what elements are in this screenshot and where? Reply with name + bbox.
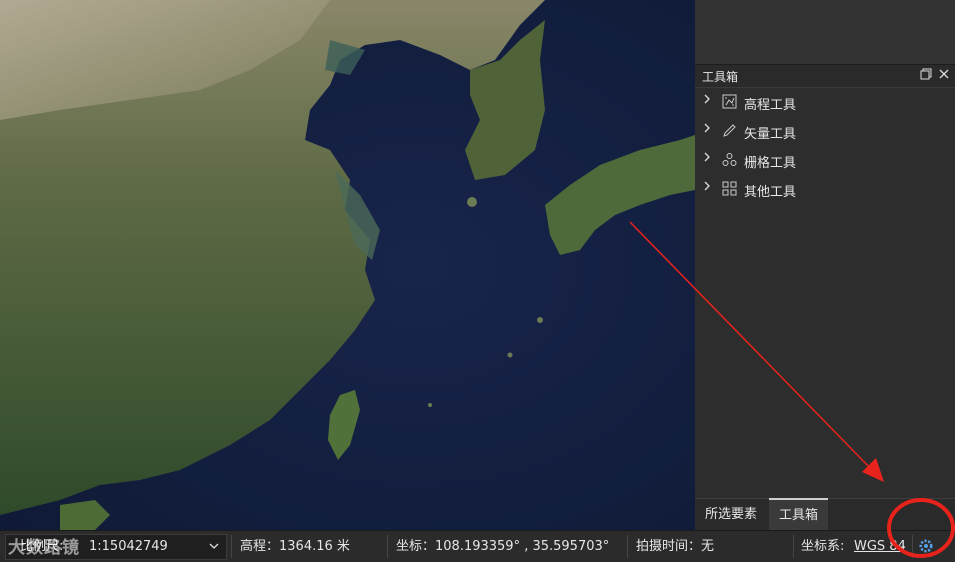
status-bar: 比例尺: 1:15042749 高程：1364.16 米 坐标：108.1933… [0, 530, 955, 562]
divider [387, 535, 388, 558]
chevron-right-icon[interactable] [703, 151, 713, 165]
toolbox-header: 工具箱 [695, 64, 955, 88]
chevron-right-icon[interactable] [703, 93, 713, 107]
divider [231, 535, 232, 558]
map-view[interactable] [0, 0, 695, 530]
divider [793, 535, 794, 558]
tab-selected-features[interactable]: 所选要素 [695, 499, 767, 530]
scale-value: 1:15042749 [89, 539, 168, 554]
raster-nodes-icon [722, 152, 738, 168]
tool-label: 其他工具 [744, 185, 797, 200]
chevron-down-icon[interactable] [208, 540, 220, 556]
tool-label: 矢量工具 [744, 127, 797, 142]
capture-time-readout: 拍摄时间：无 [636, 539, 715, 554]
tab-toolbox[interactable]: 工具箱 [769, 498, 829, 531]
panel-tabs: 所选要素 工具箱 [695, 498, 955, 531]
restore-icon[interactable] [919, 68, 933, 82]
tool-item-raster[interactable]: 栅格工具 [695, 146, 955, 174]
crs-label: 坐标系: [801, 539, 845, 554]
tool-item-vector[interactable]: 矢量工具 [695, 117, 955, 145]
tool-label: 高程工具 [744, 98, 797, 113]
tool-item-elevation[interactable]: 高程工具 [695, 88, 955, 116]
toolbox-title: 工具箱 [702, 70, 739, 84]
gear-icon[interactable] [918, 538, 934, 558]
divider [912, 535, 913, 558]
panel-top-area [695, 0, 955, 64]
divider [627, 535, 628, 558]
grid-squares-icon [722, 181, 738, 197]
chevron-right-icon[interactable] [703, 122, 713, 136]
right-panel: 工具箱 高程工具 矢量工具 栅格工具 其他工具 所选要素 工具箱 [695, 0, 955, 531]
watermark: 大数路镜 [8, 538, 80, 558]
crs-link[interactable]: WGS 84 [854, 531, 906, 562]
pencil-icon [722, 123, 738, 139]
tool-item-other[interactable]: 其他工具 [695, 175, 955, 203]
chevron-right-icon[interactable] [703, 180, 713, 194]
elevation-readout: 高程：1364.16 米 [240, 539, 350, 554]
coordinate-readout: 坐标：108.193359° , 35.595703° [396, 539, 610, 554]
close-icon[interactable] [937, 68, 951, 82]
elevation-grid-icon [722, 94, 738, 110]
tool-label: 栅格工具 [744, 156, 797, 171]
